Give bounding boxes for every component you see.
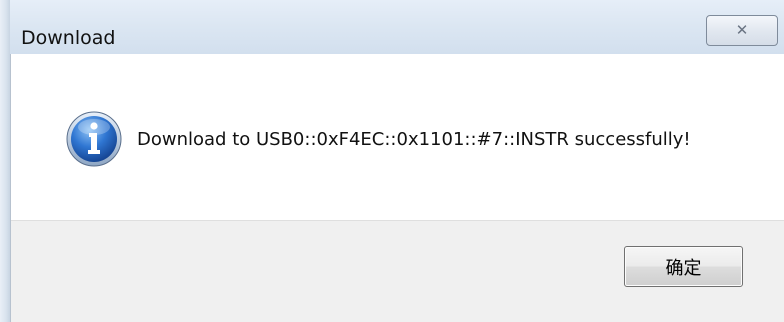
close-button[interactable]: ✕ xyxy=(706,15,778,46)
close-icon: ✕ xyxy=(735,21,749,39)
status-message: Download to USB0::0xF4EC::0x1101::#7::IN… xyxy=(137,129,691,150)
info-icon xyxy=(66,111,122,167)
dialog-client-area: Download to USB0::0xF4EC::0x1101::#7::IN… xyxy=(10,54,784,322)
ok-button[interactable]: 确定 xyxy=(624,246,743,287)
button-bar: 确定 xyxy=(11,220,784,322)
window-frame-left xyxy=(0,0,10,322)
title-bar[interactable]: Download ✕ xyxy=(0,0,784,54)
download-dialog-window: Download ✕ Download to USB0::0xF4EC::0x1… xyxy=(0,0,784,322)
message-area: Download to USB0::0xF4EC::0x1101::#7::IN… xyxy=(11,54,784,220)
window-title: Download xyxy=(21,27,116,49)
